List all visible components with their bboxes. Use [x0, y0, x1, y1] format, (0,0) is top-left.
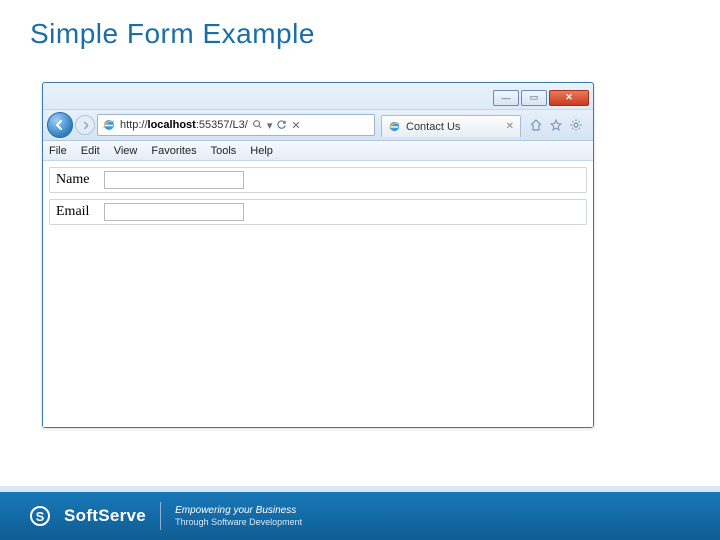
address-bar-controls: ▾ ✕	[252, 119, 301, 132]
menu-help[interactable]: Help	[250, 145, 273, 157]
ie-logo-icon	[102, 118, 116, 132]
browser-chrome-icons	[523, 118, 589, 132]
footer-divider	[160, 502, 161, 530]
browser-nav-bar: http://localhost:55357/L3/ ▾ ✕ Contact U…	[43, 109, 593, 141]
window-minimize-button[interactable]: —	[493, 90, 519, 106]
browser-menu-bar: File Edit View Favorites Tools Help	[43, 141, 593, 161]
window-titlebar: — ▭ ✕	[43, 83, 593, 109]
nav-back-button[interactable]	[47, 112, 73, 138]
footer-tagline: Empowering your Business Through Softwar…	[175, 505, 302, 528]
email-input[interactable]	[104, 203, 244, 221]
arrow-right-icon	[81, 121, 90, 130]
browser-tab[interactable]: Contact Us ✕	[381, 115, 521, 137]
nav-forward-button[interactable]	[75, 115, 95, 135]
search-icon[interactable]	[252, 119, 263, 132]
email-label: Email	[56, 204, 98, 220]
form-row-name: Name	[49, 167, 587, 193]
refresh-icon[interactable]	[276, 119, 287, 132]
tab-close-icon[interactable]: ✕	[506, 121, 514, 132]
window-maximize-button[interactable]: ▭	[521, 90, 547, 106]
dropdown-icon[interactable]: ▾	[267, 119, 273, 132]
page-content: Name Email	[43, 161, 593, 427]
menu-favorites[interactable]: Favorites	[151, 145, 196, 157]
gear-icon[interactable]	[569, 118, 583, 132]
stop-icon[interactable]: ✕	[291, 119, 300, 132]
arrow-left-icon	[54, 119, 66, 131]
tab-title: Contact Us	[406, 121, 460, 133]
slide-footer: S SoftServe Empowering your Business Thr…	[0, 492, 720, 540]
home-icon[interactable]	[529, 118, 543, 132]
softserve-logo-icon: S	[30, 506, 50, 526]
slide-title: Simple Form Example	[30, 18, 315, 50]
address-url: http://localhost:55357/L3/	[120, 119, 248, 131]
favorites-icon[interactable]	[549, 118, 563, 132]
menu-edit[interactable]: Edit	[81, 145, 100, 157]
name-input[interactable]	[104, 171, 244, 189]
tab-bar: Contact Us ✕	[381, 113, 521, 137]
address-bar[interactable]: http://localhost:55357/L3/ ▾ ✕	[97, 114, 375, 136]
menu-file[interactable]: File	[49, 145, 67, 157]
menu-tools[interactable]: Tools	[211, 145, 237, 157]
footer-brand: SoftServe	[64, 506, 146, 526]
window-close-button[interactable]: ✕	[549, 90, 589, 106]
form-row-email: Email	[49, 199, 587, 225]
browser-window: — ▭ ✕ http://localhost:55357/L3/ ▾	[42, 82, 594, 428]
ie-logo-icon	[388, 120, 401, 133]
name-label: Name	[56, 172, 98, 188]
menu-view[interactable]: View	[114, 145, 138, 157]
